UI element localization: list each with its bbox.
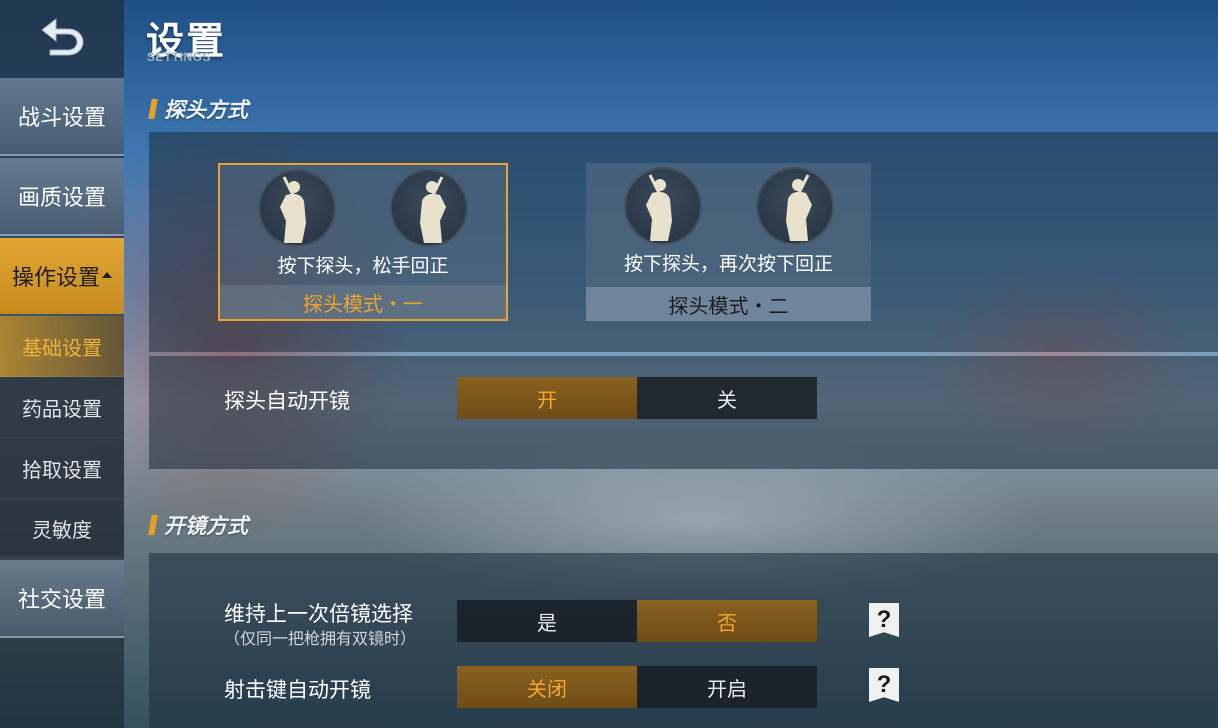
peek-mode-label: 探头模式・二 <box>586 287 871 321</box>
sidebar-item-label: 药品设置 <box>22 398 102 421</box>
peek-auto-scope-on-option[interactable]: 开 <box>457 377 637 419</box>
sidebar: 战斗设置 画质设置 操作设置 基础设置 药品设置 拾取设置 灵敏度 社交设置 <box>0 0 124 728</box>
sidebar-subitem-medicine[interactable]: 药品设置 <box>0 377 124 438</box>
sidebar-item-controls[interactable]: 操作设置 <box>0 238 124 314</box>
section-header-peek: 探头方式 <box>148 94 248 124</box>
caret-up-icon <box>102 272 112 278</box>
fire-auto-scope-toggle: 关闭 开启 <box>457 666 817 708</box>
page-subtitle: SETTINGS <box>147 50 212 64</box>
sidebar-item-label: 战斗设置 <box>17 105 106 130</box>
sidebar-item-label: 画质设置 <box>17 185 106 210</box>
keep-zoom-note: （仅同一把枪拥有双镜时） <box>224 631 417 648</box>
sidebar-item-social[interactable]: 社交设置 <box>0 560 124 638</box>
peek-mode-label: 探头模式・一 <box>220 285 506 319</box>
peek-mode-desc: 按下探头，再次按下回正 <box>623 254 833 275</box>
peek-left-icon <box>258 169 336 247</box>
section-title: 开镜方式 <box>164 515 248 538</box>
back-arrow-icon <box>38 15 86 62</box>
section-bar <box>148 515 158 535</box>
peek-mode-card-1[interactable]: 按下探头，松手回正 探头模式・一 <box>218 163 508 321</box>
fire-auto-scope-on-option[interactable]: 开启 <box>637 666 817 708</box>
help-icon[interactable]: ? <box>869 668 899 702</box>
sidebar-subitem-sensitivity[interactable]: 灵敏度 <box>0 499 124 558</box>
keep-zoom-yes-option[interactable]: 是 <box>457 600 637 642</box>
back-button[interactable] <box>0 0 124 76</box>
fire-auto-scope-label: 射击键自动开镜 <box>224 679 371 702</box>
sidebar-item-label: 基础设置 <box>22 337 102 360</box>
sidebar-item-label: 操作设置 <box>11 265 100 290</box>
sidebar-item-graphics[interactable]: 画质设置 <box>0 158 124 236</box>
peek-auto-scope-label: 探头自动开镜 <box>224 390 350 413</box>
peek-left-icon <box>624 167 702 245</box>
peek-right-icon <box>390 169 468 247</box>
sidebar-item-label: 灵敏度 <box>32 519 92 542</box>
keep-zoom-no-option[interactable]: 否 <box>637 600 817 642</box>
help-icon[interactable]: ? <box>869 603 899 637</box>
fire-auto-scope-off-option[interactable]: 关闭 <box>457 666 637 708</box>
section-title: 探头方式 <box>164 99 248 122</box>
sidebar-subitem-pickup[interactable]: 拾取设置 <box>0 438 124 499</box>
peek-mode-desc: 按下探头，松手回正 <box>277 256 449 277</box>
keep-zoom-toggle: 是 否 <box>457 600 817 642</box>
section-header-scope: 开镜方式 <box>148 510 248 540</box>
sidebar-item-label: 拾取设置 <box>22 459 102 482</box>
keep-zoom-label: 维持上一次倍镜选择 <box>224 603 413 626</box>
sidebar-subitem-basic[interactable]: 基础设置 <box>0 316 124 377</box>
peek-auto-scope-off-option[interactable]: 关 <box>637 377 817 419</box>
sidebar-item-combat[interactable]: 战斗设置 <box>0 78 124 156</box>
peek-auto-scope-toggle: 开 关 <box>457 377 817 419</box>
peek-right-icon <box>756 167 834 245</box>
section-bar <box>148 99 158 119</box>
sidebar-item-label: 社交设置 <box>17 587 106 612</box>
peek-mode-card-2[interactable]: 按下探头，再次按下回正 探头模式・二 <box>586 163 871 321</box>
